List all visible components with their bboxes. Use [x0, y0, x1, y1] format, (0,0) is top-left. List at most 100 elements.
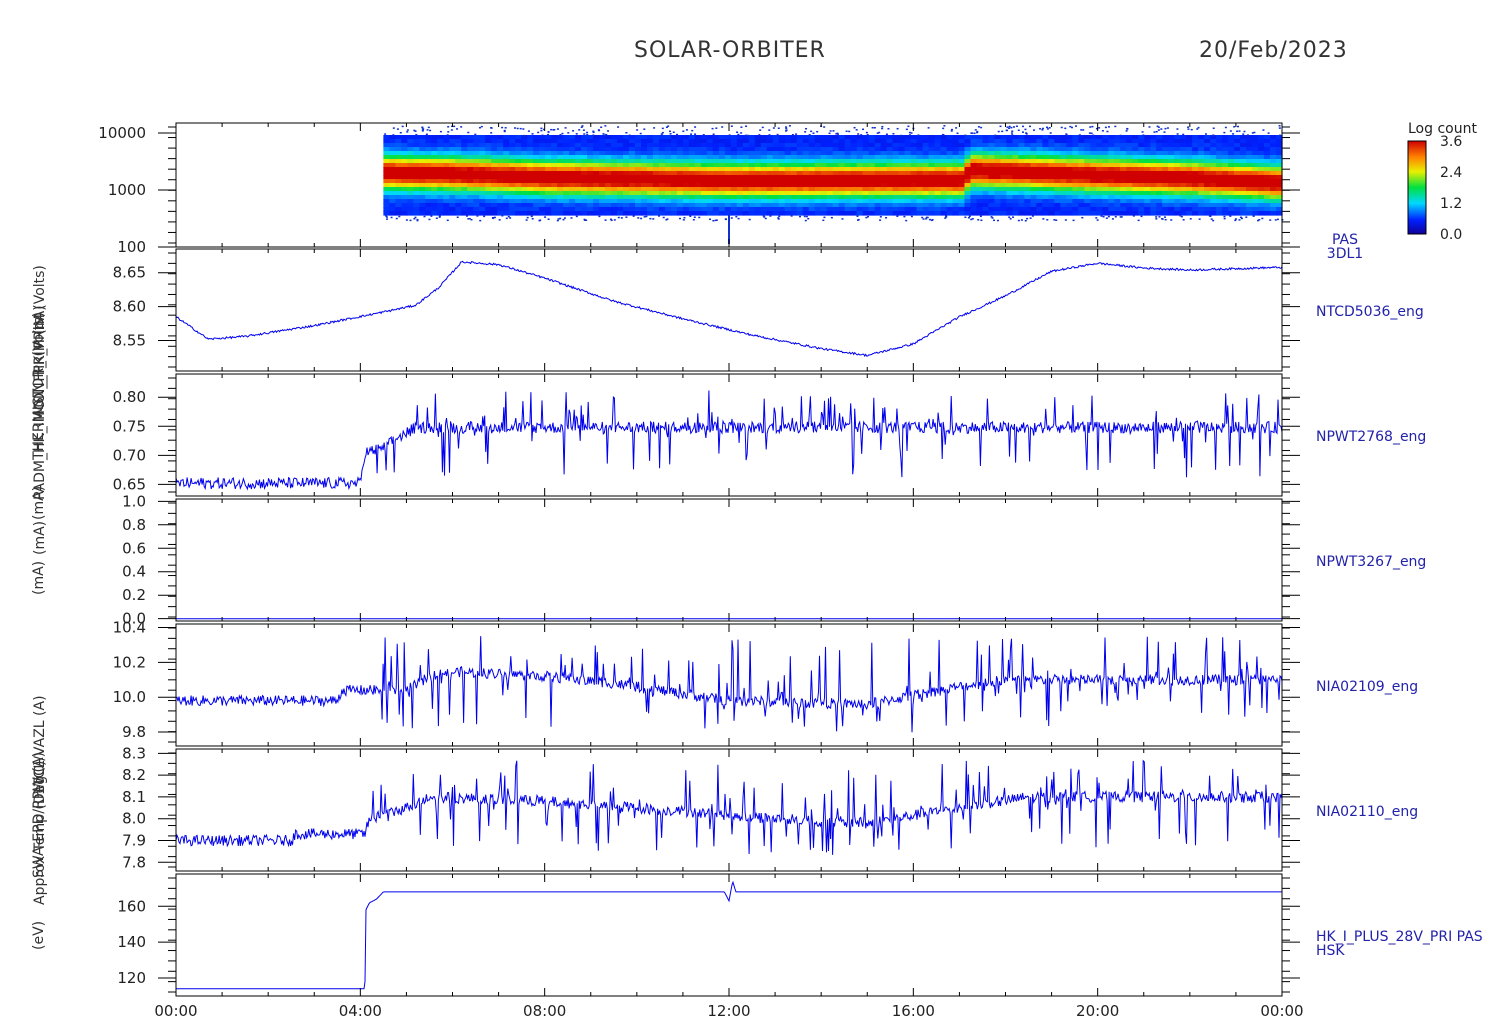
heatmap-cell	[754, 163, 762, 168]
heatmap-cell	[916, 211, 924, 216]
heatmap-cell	[581, 203, 588, 208]
heatmap-cell	[623, 167, 630, 172]
heatmap-cell	[401, 143, 408, 148]
heatmap-speck	[582, 129, 585, 131]
heatmap-cell	[856, 171, 864, 176]
heatmap-cell	[467, 159, 474, 164]
heatmap-cell	[928, 143, 936, 148]
heatmap-cell	[916, 147, 924, 152]
heatmap-cell	[1030, 163, 1037, 168]
heatmap-cell	[706, 175, 714, 180]
heatmap-cell	[862, 199, 870, 204]
heatmap-cell	[916, 195, 924, 200]
heatmap-cell	[569, 151, 576, 156]
heatmap-cell	[1162, 191, 1169, 196]
heatmap-cell	[1186, 211, 1193, 216]
heatmap-cell	[910, 147, 918, 152]
heatmap-speck	[666, 218, 669, 220]
y-tick-label: 0.75	[113, 417, 146, 435]
heatmap-cell	[958, 179, 966, 184]
heatmap-cell	[988, 171, 996, 176]
heatmap-cell	[407, 167, 414, 172]
heatmap-cell	[694, 175, 702, 180]
heatmap-cell	[1096, 151, 1103, 156]
heatmap-cell	[814, 147, 822, 152]
heatmap-cell	[521, 155, 528, 160]
heatmap-speck	[1182, 133, 1185, 136]
heatmap-cell	[1072, 207, 1079, 212]
heatmap-cell	[1150, 167, 1157, 172]
heatmap-cell	[880, 179, 888, 184]
heatmap-cell	[670, 207, 678, 212]
heatmap-cell	[652, 211, 660, 216]
heatmap-cell	[473, 199, 480, 204]
heatmap-cell	[766, 187, 774, 192]
heatmap-cell	[778, 175, 786, 180]
heatmap-speck	[1107, 215, 1110, 218]
heatmap-cell	[617, 151, 624, 156]
heatmap-cell	[838, 143, 846, 148]
heatmap-speck	[1012, 216, 1015, 218]
heatmap-cell	[413, 159, 420, 164]
heatmap-cell	[485, 139, 492, 144]
heatmap-cell	[778, 191, 786, 196]
heatmap-cell	[718, 191, 726, 196]
heatmap-cell	[1204, 195, 1211, 200]
heatmap-cell	[503, 183, 510, 188]
heatmap-cell	[617, 175, 624, 180]
heatmap-cell	[1030, 175, 1037, 180]
heatmap-cell	[569, 203, 576, 208]
heatmap-cell	[1012, 187, 1020, 192]
heatmap-cell	[1150, 159, 1157, 164]
heatmap-cell	[946, 211, 954, 216]
heatmap-speck	[1088, 132, 1091, 134]
heatmap-cell	[1036, 191, 1043, 196]
heatmap-cell	[491, 143, 498, 148]
heatmap-cells	[383, 125, 1284, 222]
heatmap-speck	[467, 218, 470, 220]
heatmap-speck	[860, 134, 863, 136]
heatmap-cell	[802, 143, 810, 148]
heatmap-cell	[628, 199, 636, 204]
heatmap-cell	[676, 207, 684, 212]
heatmap-cell	[395, 147, 402, 152]
heatmap-cell	[1114, 167, 1121, 172]
heatmap-cell	[802, 207, 810, 212]
heatmap-cell	[1018, 203, 1025, 208]
heatmap-cell	[940, 207, 948, 212]
heatmap-cell	[1192, 179, 1199, 184]
heatmap-speck	[971, 218, 974, 220]
heatmap-cell	[784, 203, 792, 208]
heatmap-cell	[1090, 159, 1097, 164]
heatmap-cell	[419, 175, 426, 180]
heatmap-speck	[930, 219, 933, 222]
heatmap-cell	[521, 207, 528, 212]
heatmap-speck	[712, 133, 715, 136]
heatmap-cell	[1246, 155, 1253, 160]
heatmap-speck	[1160, 128, 1163, 130]
heatmap-cell	[467, 187, 474, 192]
heatmap-cell	[676, 147, 684, 152]
heatmap-cell	[820, 167, 828, 172]
heatmap-cell	[449, 139, 456, 144]
heatmap-cell	[545, 163, 552, 168]
heatmap-cell	[820, 187, 828, 192]
heatmap-cell	[940, 191, 948, 196]
heatmap-cell	[898, 151, 906, 156]
heatmap-cell	[581, 135, 588, 140]
heatmap-cell	[527, 183, 534, 188]
heatmap-cell	[461, 167, 468, 172]
colorbar-tick-label: 1.2	[1440, 196, 1462, 212]
heatmap-cell	[533, 207, 540, 212]
heatmap-cell	[395, 167, 402, 172]
heatmap-cell	[605, 195, 612, 200]
heatmap-cell	[778, 171, 786, 176]
heatmap-speck	[435, 217, 438, 219]
heatmap-cell	[670, 163, 678, 168]
heatmap-cell	[676, 155, 684, 160]
heatmap-cell	[1132, 167, 1139, 172]
heatmap-cell	[1078, 163, 1085, 168]
heatmap-cell	[916, 175, 924, 180]
heatmap-cell	[485, 143, 492, 148]
heatmap-cell	[706, 191, 714, 196]
